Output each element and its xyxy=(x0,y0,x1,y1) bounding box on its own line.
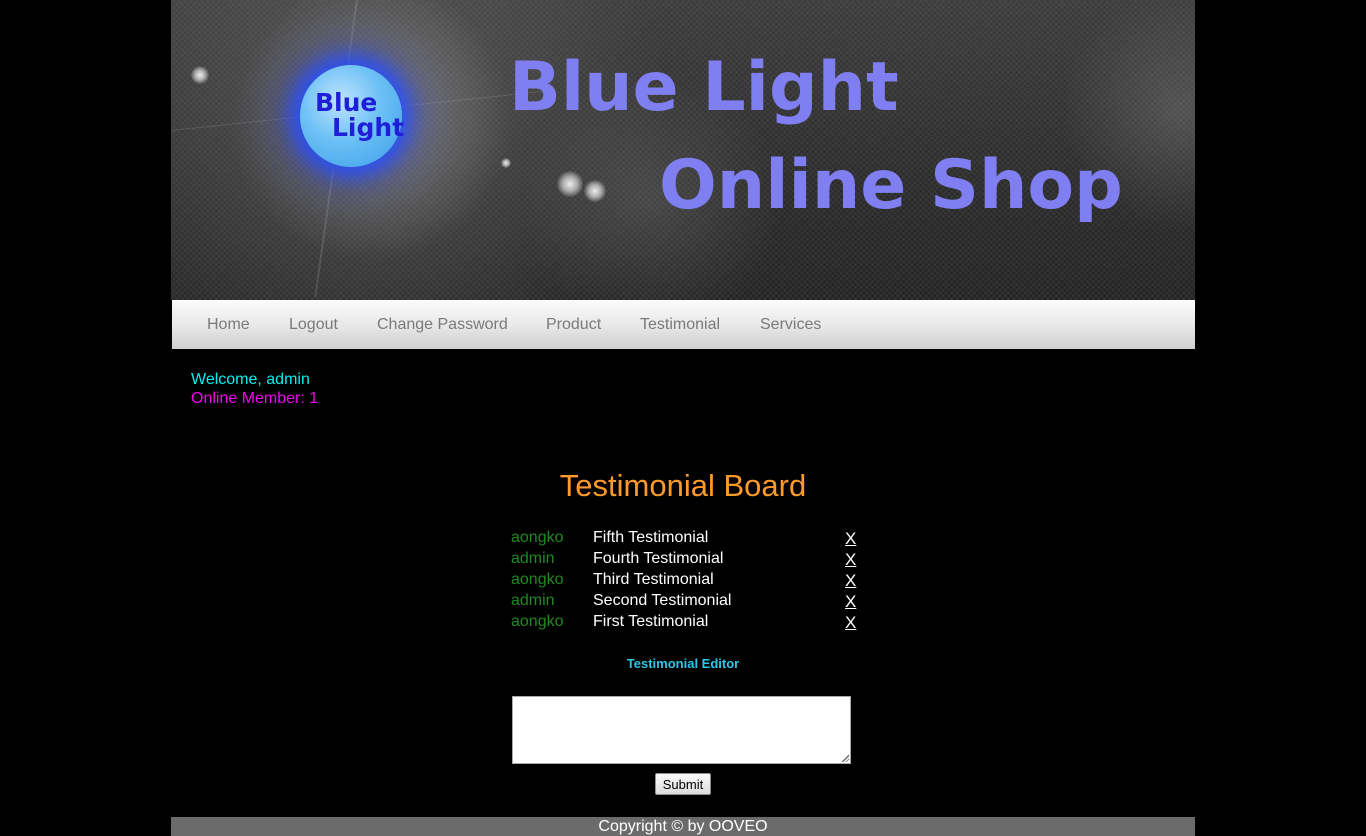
logo-text-line1: Blue xyxy=(315,88,378,117)
lens-flare xyxy=(557,171,583,197)
testimonial-message: Second Testimonial xyxy=(593,592,732,609)
testimonial-row: aongko First Testimonial X xyxy=(511,613,871,634)
lens-flare xyxy=(584,180,606,202)
testimonial-row: aongko Third Testimonial X xyxy=(511,571,871,592)
testimonial-row: admin Second Testimonial X xyxy=(511,592,871,613)
testimonial-message: Fourth Testimonial xyxy=(593,550,724,567)
nav-services[interactable]: Services xyxy=(760,316,821,334)
online-member-count: Online Member: 1 xyxy=(191,390,319,407)
testimonial-user: aongko xyxy=(511,613,564,630)
lens-flare xyxy=(191,66,209,84)
delete-testimonial-link[interactable]: X xyxy=(845,550,856,570)
testimonial-message: Fifth Testimonial xyxy=(593,529,709,546)
nav-product[interactable]: Product xyxy=(546,316,601,334)
submit-button[interactable]: Submit xyxy=(655,773,711,795)
delete-testimonial-link[interactable]: X xyxy=(845,529,856,549)
main-nav: Home Logout Change Password Product Test… xyxy=(172,300,1195,349)
page-container: Blue Light Blue Light Online Shop Home L… xyxy=(171,0,1195,836)
testimonial-user: aongko xyxy=(511,529,564,546)
testimonial-editor-label: Testimonial Editor xyxy=(626,656,740,671)
delete-testimonial-link[interactable]: X xyxy=(845,571,856,591)
site-title-line1: Blue Light xyxy=(509,48,899,127)
header-banner: Blue Light Blue Light Online Shop xyxy=(171,0,1195,300)
testimonial-board-title: Testimonial Board xyxy=(559,468,807,503)
testimonial-user: admin xyxy=(511,592,555,609)
site-title-line2: Online Shop xyxy=(659,146,1123,225)
testimonial-row: aongko Fifth Testimonial X xyxy=(511,529,871,550)
testimonial-user: aongko xyxy=(511,571,564,588)
logo-text-line2: Light xyxy=(332,113,405,142)
testimonial-row: admin Fourth Testimonial X xyxy=(511,550,871,571)
testimonial-message: First Testimonial xyxy=(593,613,709,630)
delete-testimonial-link[interactable]: X xyxy=(845,613,856,633)
textarea-resize-handle[interactable] xyxy=(843,756,849,762)
lens-flare xyxy=(501,158,511,168)
testimonial-message: Third Testimonial xyxy=(593,571,714,588)
footer-copyright: Copyright © by OOVEO xyxy=(171,817,1195,836)
nav-home[interactable]: Home xyxy=(207,316,250,334)
welcome-message: Welcome, admin xyxy=(191,371,310,388)
nav-testimonial[interactable]: Testimonial xyxy=(640,316,720,334)
testimonial-user: admin xyxy=(511,550,555,567)
nav-change-password[interactable]: Change Password xyxy=(377,316,508,334)
testimonial-textarea[interactable] xyxy=(512,696,851,764)
nav-logout[interactable]: Logout xyxy=(289,316,338,334)
delete-testimonial-link[interactable]: X xyxy=(845,592,856,612)
